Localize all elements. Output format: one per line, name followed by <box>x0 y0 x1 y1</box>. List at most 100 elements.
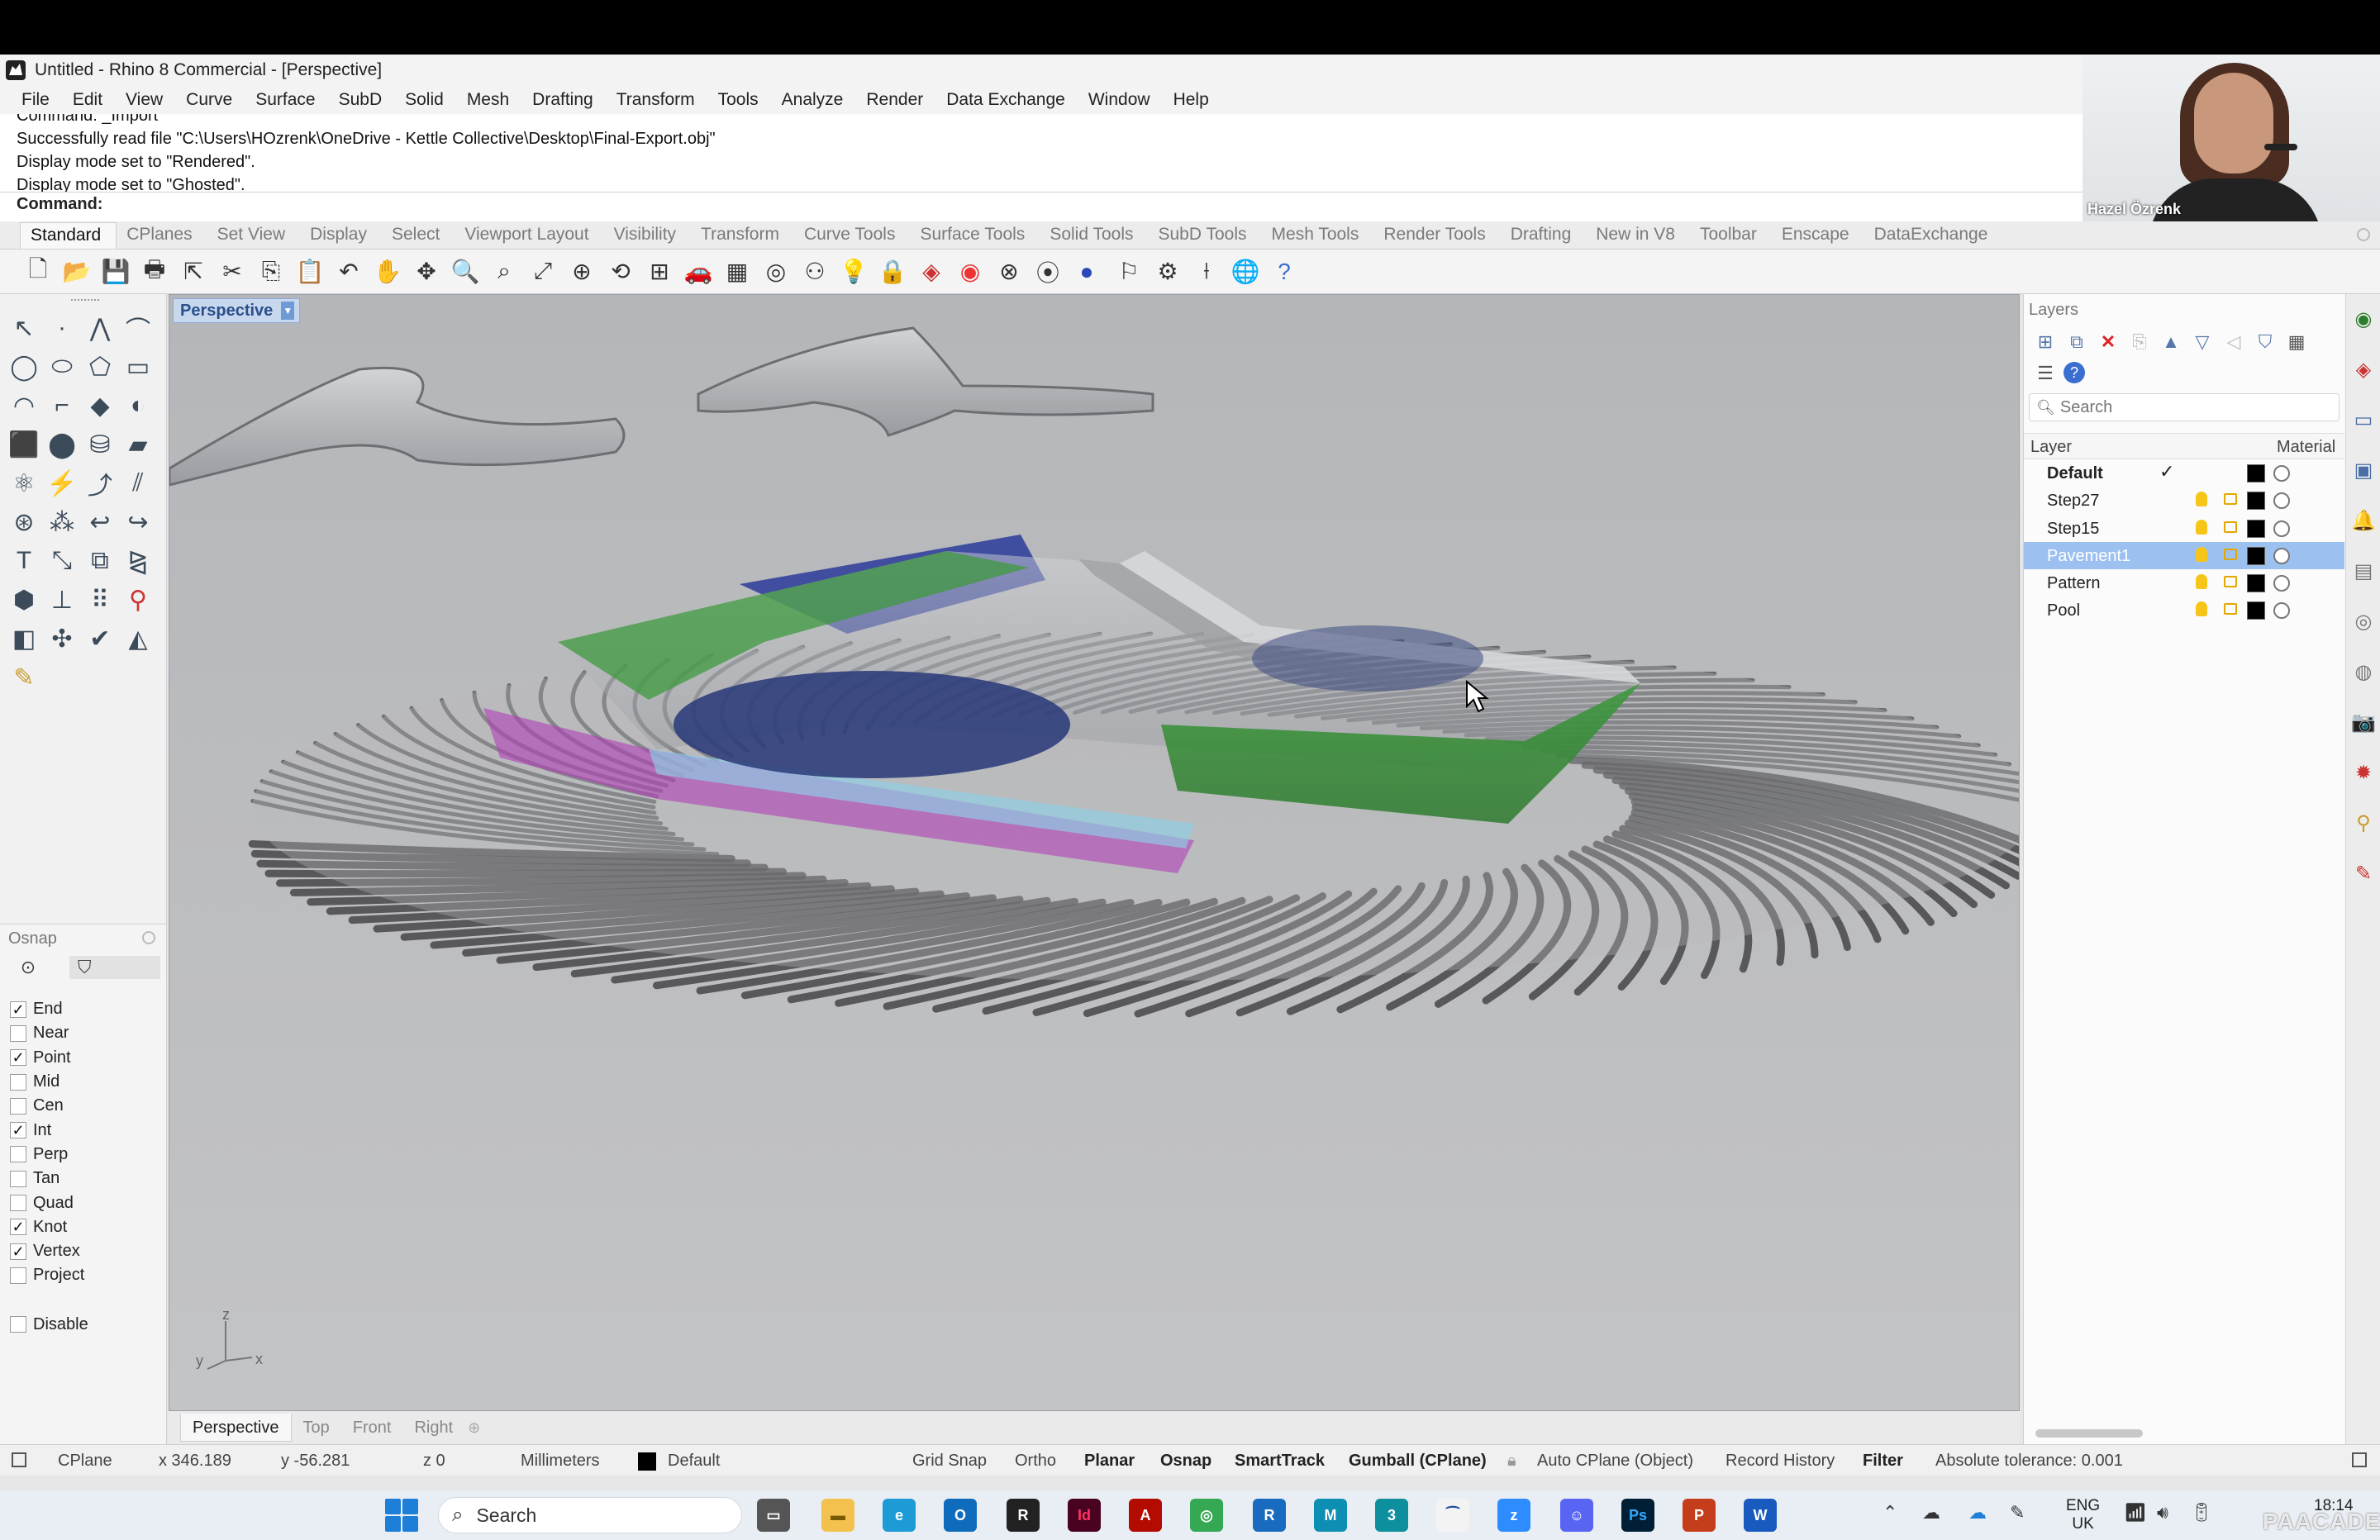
layer-visible-bulb-icon[interactable] <box>2196 492 2207 507</box>
grasshopper-icon[interactable]: ⟊ <box>1190 255 1223 288</box>
osnap-item-knot[interactable]: ✓ Knot <box>10 1215 88 1239</box>
libraries-panel-icon[interactable]: ▤ <box>2346 546 2380 597</box>
acrobat-icon[interactable]: A <box>1129 1499 1162 1532</box>
box-icon[interactable]: ⬛ <box>7 427 41 462</box>
osnap-disable-checkbox[interactable] <box>10 1316 26 1333</box>
photoshop-icon[interactable]: Ps <box>1621 1499 1654 1532</box>
rendered-sphere-icon[interactable]: ● <box>1070 255 1103 288</box>
osnap-item-project[interactable]: Project <box>10 1263 88 1287</box>
sphere-icon[interactable]: ⬤ <box>45 427 79 462</box>
surface-icon[interactable]: ◆ <box>83 388 117 423</box>
layer-color-swatch[interactable] <box>2247 574 2265 593</box>
layer-material-icon[interactable] <box>2273 547 2290 564</box>
wireframe-sphere-icon[interactable]: ⊗ <box>992 255 1026 288</box>
status-layer[interactable]: Default <box>668 1452 720 1471</box>
layers-menu-icon[interactable]: ☰ <box>2032 360 2059 387</box>
tray-chevron-icon[interactable]: ⌃ <box>1883 1502 1897 1523</box>
zoom-window-icon[interactable]: ⌕ <box>488 255 521 288</box>
status-cplane[interactable]: CPlane <box>58 1452 112 1471</box>
named-cplanes-icon[interactable]: ▦ <box>721 255 754 288</box>
menu-drafting[interactable]: Drafting <box>521 86 605 114</box>
polyline-icon[interactable]: ⋀ <box>83 311 117 345</box>
move-left-icon[interactable]: ◁ <box>2221 329 2247 355</box>
viewport-tab-top[interactable]: Top <box>292 1414 341 1442</box>
menu-data-exchange[interactable]: Data Exchange <box>935 86 1077 114</box>
menu-view[interactable]: View <box>114 86 174 114</box>
filter-icon[interactable]: ⛉ <box>2252 329 2278 355</box>
windows-start-icon[interactable] <box>385 1499 418 1532</box>
layer-unlock-icon[interactable] <box>2224 576 2237 588</box>
tab-curve-tools[interactable]: Curve Tools <box>794 222 911 249</box>
tab-new-in-v8[interactable]: New in V8 <box>1586 222 1690 249</box>
curve-fillet-icon[interactable]: ⌐ <box>45 388 79 423</box>
array-icon[interactable]: ⧉ <box>83 544 117 578</box>
mirror-icon[interactable]: ⧎ <box>121 544 155 578</box>
zoom-icon[interactable]: z <box>1497 1499 1530 1532</box>
menu-surface[interactable]: Surface <box>244 86 326 114</box>
status-record-history[interactable]: Record History <box>1726 1452 1835 1471</box>
select-icon[interactable]: ⚇ <box>798 255 831 288</box>
osnap-checkbox[interactable]: ✓ <box>10 1122 26 1139</box>
dimension-icon[interactable]: ⊥ <box>45 582 79 617</box>
rhino-taskbar-icon[interactable]: R <box>1007 1499 1040 1532</box>
four-views-icon[interactable]: ⊞ <box>643 255 676 288</box>
osnap-persistent-icon[interactable]: ⊙ <box>15 956 41 979</box>
perspective-viewport[interactable]: z y x Perspective ▼ <box>169 294 2020 1411</box>
analyze-icon[interactable]: ◧ <box>7 621 41 656</box>
rectangle-icon[interactable]: ▭ <box>121 349 155 384</box>
tab-toolbar[interactable]: Toolbar <box>1690 222 1772 249</box>
status-ortho[interactable]: Ortho <box>1015 1452 1056 1471</box>
taskbar-search[interactable]: ⌕ Search <box>438 1497 742 1533</box>
osnap-item-mid[interactable]: Mid <box>10 1070 88 1094</box>
check-icon[interactable]: ✔ <box>83 621 117 656</box>
render-panel-icon[interactable]: ✎ <box>2346 848 2380 899</box>
osnap-item-near[interactable]: Near <box>10 1021 88 1045</box>
osnap-item-end[interactable]: ✓ End <box>10 997 88 1021</box>
menu-render[interactable]: Render <box>854 86 935 114</box>
undo-icon[interactable]: ↶ <box>332 255 365 288</box>
layer-unlock-icon[interactable] <box>2224 493 2237 506</box>
curve-icon[interactable]: ⌒ <box>121 311 155 345</box>
menu-edit[interactable]: Edit <box>61 86 114 114</box>
viewport-tab-right[interactable]: Right <box>402 1414 464 1442</box>
surface-edit-icon[interactable]: ▰ <box>121 427 155 462</box>
print-icon[interactable]: 🖶 <box>138 255 171 288</box>
edge-icon[interactable]: e <box>883 1499 916 1532</box>
add-viewport-icon[interactable]: ⊕ <box>468 1419 480 1437</box>
tab-surface-tools[interactable]: Surface Tools <box>910 222 1040 249</box>
osnap-checkbox[interactable] <box>10 1073 26 1091</box>
osnap-item-int[interactable]: ✓ Int <box>10 1118 88 1142</box>
indesign-icon[interactable]: Id <box>1068 1499 1101 1532</box>
text-icon[interactable]: T <box>7 544 41 578</box>
materials-panel-icon[interactable]: ◍ <box>2346 647 2380 697</box>
help-icon[interactable]: ? <box>1268 255 1301 288</box>
powerpoint-icon[interactable]: P <box>1683 1499 1716 1532</box>
named-views-panel-icon[interactable]: ▣ <box>2346 445 2380 496</box>
volume-icon[interactable]: 🔊︎ <box>2157 1502 2168 1523</box>
gumball-icon[interactable]: ✣ <box>45 621 79 656</box>
split-icon[interactable]: ⫽ <box>121 466 155 501</box>
mesh-icon[interactable]: ⚛ <box>7 466 41 501</box>
tab-render-tools[interactable]: Render Tools <box>1373 222 1500 249</box>
menu-curve[interactable]: Curve <box>174 86 244 114</box>
zoom-selected-icon[interactable]: ⊕ <box>565 255 598 288</box>
menu-help[interactable]: Help <box>1162 86 1221 114</box>
layer-color-swatch[interactable] <box>2247 492 2265 511</box>
network-pen-icon[interactable]: ✎ <box>2010 1502 2025 1523</box>
viewport-menu-chevron-icon[interactable]: ▼ <box>281 302 295 320</box>
layer-unlock-icon[interactable] <box>2224 548 2237 560</box>
osnap-item-quad[interactable]: Quad <box>10 1191 88 1214</box>
scene-canvas[interactable]: z y x <box>169 295 2020 1411</box>
tab-standard[interactable]: Standard <box>20 222 117 249</box>
status-planar[interactable]: Planar <box>1084 1452 1135 1471</box>
osnap-settings-icon[interactable] <box>142 931 155 944</box>
command-input[interactable] <box>111 195 2082 214</box>
tab-drafting[interactable]: Drafting <box>1501 222 1587 249</box>
join-icon[interactable]: ⊛ <box>7 505 41 539</box>
osnap-checkbox[interactable] <box>10 1170 26 1187</box>
layers-panel-icon[interactable]: ◈ <box>2346 345 2380 395</box>
status-maximize-icon[interactable] <box>2352 1452 2367 1467</box>
revolve-icon[interactable]: ◐ <box>121 388 155 423</box>
tab-solid-tools[interactable]: Solid Tools <box>1040 222 1148 249</box>
cut-icon[interactable]: ✂ <box>216 255 249 288</box>
